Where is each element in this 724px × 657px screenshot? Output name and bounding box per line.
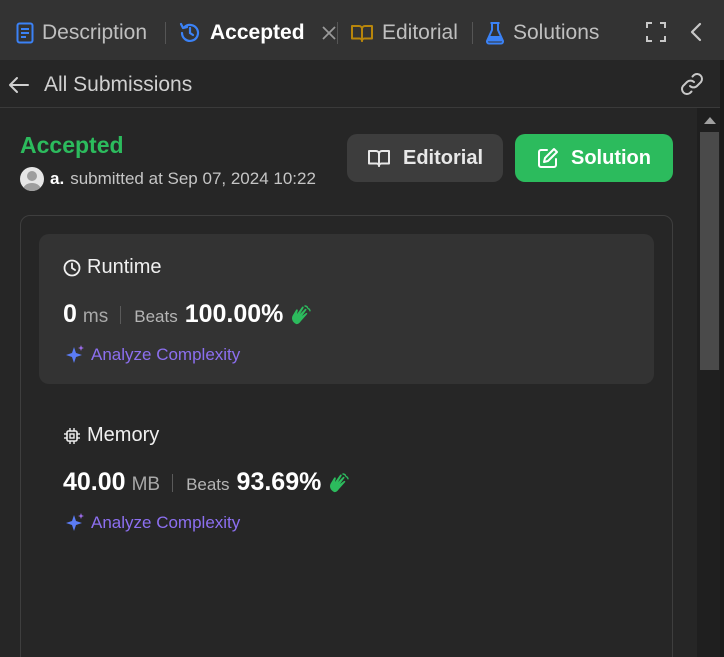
back-label: All Submissions — [44, 73, 193, 96]
sparkle-icon — [66, 345, 84, 363]
back-to-submissions[interactable]: All Submissions — [8, 70, 192, 100]
clap-icon — [330, 472, 350, 492]
runtime-beats-value: 100.00% — [184, 300, 284, 328]
memory-value: 40.00 — [63, 468, 126, 496]
book-icon — [351, 25, 373, 42]
runtime-stats: 0 ms Beats 100.00% — [63, 300, 313, 329]
analyze-complexity-runtime[interactable]: Analyze Complexity — [63, 344, 240, 366]
tab-editorial[interactable]: Editorial — [350, 14, 458, 52]
tab-divider — [337, 22, 338, 44]
submission-detail: Accepted a. submitted at Sep 07, 2024 10… — [0, 108, 697, 657]
history-icon — [179, 22, 200, 42]
scroll-thumb[interactable] — [700, 132, 719, 370]
tab-solutions[interactable]: Solutions — [485, 14, 599, 52]
tab-solutions-label: Solutions — [513, 21, 600, 44]
tab-divider — [472, 22, 473, 44]
runtime-title-label: Runtime — [87, 256, 162, 278]
memory-title: Memory — [63, 424, 159, 447]
tab-accepted-label: Accepted — [210, 21, 305, 44]
solution-button-label: Solution — [571, 146, 651, 169]
submitted-time: submitted at Sep 07, 2024 10:22 — [70, 169, 316, 188]
performance-panel: Runtime 0 ms Beats 100.00% Analyze Compl… — [20, 215, 673, 657]
runtime-beats-label: Beats — [134, 307, 178, 326]
submission-status: Accepted — [20, 132, 124, 158]
chip-icon — [64, 427, 80, 444]
flask-icon — [485, 22, 505, 45]
scroll-up-arrow-icon[interactable] — [704, 117, 716, 124]
memory-stats: 40.00 MB Beats 93.69% — [63, 468, 351, 497]
memory-title-label: Memory — [87, 424, 160, 446]
book-icon — [367, 150, 390, 167]
tab-accepted[interactable]: Accepted — [178, 14, 337, 52]
submission-meta: a. submitted at Sep 07, 2024 10:22 — [20, 167, 316, 191]
editorial-button-label: Editorial — [402, 146, 483, 169]
close-icon[interactable] — [321, 25, 337, 41]
sparkle-icon — [66, 513, 84, 531]
clock-icon — [63, 259, 81, 276]
chevron-left-icon[interactable] — [688, 21, 704, 43]
edit-icon — [538, 148, 558, 168]
memory-beats-label: Beats — [186, 475, 230, 494]
description-icon — [16, 22, 34, 44]
runtime-card[interactable]: Runtime 0 ms Beats 100.00% Analyze Compl… — [39, 234, 654, 384]
editorial-button[interactable]: Editorial — [347, 134, 503, 182]
runtime-unit: ms — [82, 306, 109, 327]
tab-description-label: Description — [42, 21, 148, 44]
stat-divider — [120, 305, 122, 324]
fullscreen-icon[interactable] — [645, 21, 667, 43]
tab-divider — [165, 22, 166, 44]
tab-description[interactable]: Description — [16, 14, 147, 52]
username[interactable]: a. — [50, 169, 64, 189]
submission-nav-bar: All Submissions — [0, 60, 724, 108]
runtime-title: Runtime — [63, 256, 161, 279]
clap-icon — [292, 304, 312, 324]
link-icon[interactable] — [678, 70, 706, 98]
arrow-left-icon — [9, 77, 29, 93]
runtime-value: 0 — [63, 300, 77, 328]
stat-divider — [172, 473, 174, 492]
solution-button[interactable]: Solution — [515, 134, 673, 182]
analyze-complexity-memory[interactable]: Analyze Complexity — [63, 512, 240, 534]
window-edge — [720, 60, 724, 657]
analyze-complexity-label: Analyze Complexity — [91, 513, 241, 532]
memory-unit: MB — [131, 474, 161, 495]
tab-editorial-label: Editorial — [382, 21, 458, 44]
analyze-complexity-label: Analyze Complexity — [91, 345, 241, 364]
memory-beats-value: 93.69% — [236, 468, 322, 496]
tab-bar: Description Accepted Editorial Solutions — [0, 0, 724, 60]
avatar[interactable] — [20, 167, 44, 191]
memory-card[interactable]: Memory 40.00 MB Beats 93.69% Analyze Com… — [39, 402, 654, 552]
